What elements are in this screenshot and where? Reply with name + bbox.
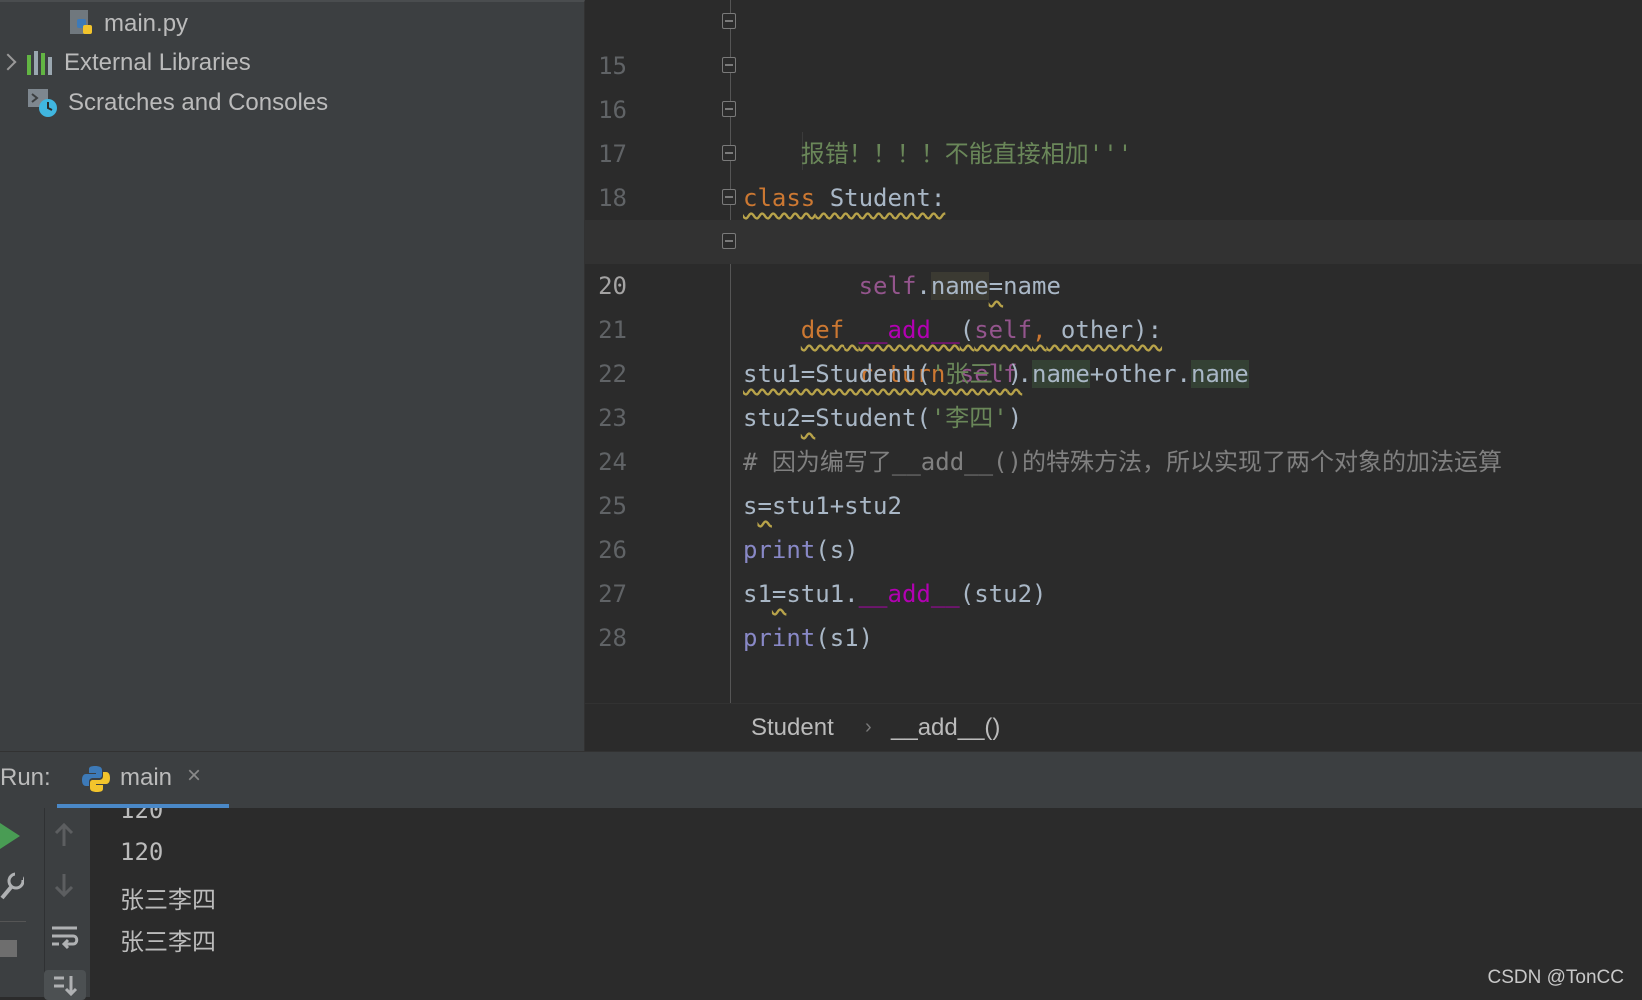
- fold-marker-icon[interactable]: [722, 57, 736, 73]
- code-line[interactable]: 18 self.name=name: [585, 132, 1642, 300]
- fold-marker-icon[interactable]: [722, 145, 736, 161]
- tree-item-main-py[interactable]: main.py: [68, 5, 188, 43]
- tree-item-scratches[interactable]: Scratches and Consoles: [26, 84, 328, 122]
- console-output-line: 张三李四: [120, 928, 216, 956]
- python-icon: [82, 766, 110, 792]
- run-icon[interactable]: [0, 823, 22, 849]
- libraries-icon: [27, 51, 52, 75]
- close-icon[interactable]: ×: [187, 762, 201, 790]
- fold-marker-icon[interactable]: [722, 101, 736, 117]
- console-output-line: 120: [120, 808, 164, 824]
- code-line[interactable]: 17 def __init__(self,name):: [585, 88, 1642, 256]
- code-line-current[interactable]: 20 return self.name+other.name: [585, 220, 1642, 388]
- watermark: CSDN @TonCC: [1487, 967, 1624, 988]
- scratches-icon: [28, 89, 57, 117]
- tree-item-label: main.py: [104, 10, 189, 37]
- run-tool-window-header: Run: main ×: [0, 751, 1642, 809]
- soft-wrap-icon[interactable]: [51, 924, 79, 950]
- run-toolbar: [0, 808, 90, 1000]
- tree-item-label: External Libraries: [64, 49, 251, 76]
- run-title: Run:: [0, 764, 51, 791]
- run-console[interactable]: 120 120 张三李四 张三李四: [90, 808, 1642, 997]
- breadcrumb-separator: ›: [865, 716, 872, 738]
- tree-item-label: Scratches and Consoles: [68, 89, 329, 116]
- python-file-icon: [70, 10, 92, 34]
- down-arrow-icon[interactable]: [53, 872, 75, 898]
- console-output-line: 张三李四: [120, 886, 216, 914]
- code-line[interactable]: 16 class Student:: [585, 44, 1642, 212]
- code-line[interactable]: 19 def __add__(self, other):: [585, 176, 1642, 344]
- fold-marker-icon[interactable]: [722, 13, 736, 29]
- code-line[interactable]: 27 print(s1): [585, 528, 1642, 652]
- code-line[interactable]: 28: [585, 572, 1642, 652]
- code-line[interactable]: 21 stu1=Student('张三'): [585, 264, 1642, 388]
- code-line[interactable]: 26 s1=stu1.__add__(stu2): [585, 484, 1642, 608]
- breadcrumb: Student › __add__(): [585, 703, 1642, 752]
- fold-marker-icon[interactable]: [722, 189, 736, 205]
- run-tab-label: main: [120, 764, 173, 791]
- code-line[interactable]: 23 # 因为编写了__add__()的特殊方法，所以实现了两个对象的加法运算: [585, 352, 1642, 476]
- breadcrumb-class[interactable]: Student: [751, 714, 834, 742]
- scroll-to-end-icon[interactable]: [44, 970, 86, 1000]
- code-line[interactable]: 24 s=stu1+stu2: [585, 396, 1642, 520]
- expand-chevron-icon[interactable]: [0, 53, 17, 71]
- tree-item-external-libraries[interactable]: External Libraries: [0, 44, 251, 82]
- up-arrow-icon[interactable]: [53, 822, 75, 848]
- project-tool-window: main.py External Libraries Scratches and…: [0, 0, 585, 753]
- breadcrumb-method[interactable]: __add__(): [891, 714, 1000, 742]
- code-line[interactable]: 15 报错！！！！不能直接相加''': [585, 0, 1642, 168]
- code-line[interactable]: 25 print(s): [585, 440, 1642, 564]
- run-tab-main[interactable]: main ×: [57, 752, 229, 808]
- code-text: print(s1): [743, 624, 874, 652]
- wrench-icon[interactable]: [0, 872, 24, 900]
- code-editor[interactable]: 15 报错！！！！不能直接相加''' 16 class Student: 17 …: [585, 0, 1642, 703]
- fold-marker-icon[interactable]: [722, 233, 736, 249]
- console-output-line: 120: [120, 838, 164, 866]
- stop-icon[interactable]: [0, 940, 17, 957]
- line-number: 28: [598, 624, 627, 652]
- code-line[interactable]: 22 stu2=Student('李四'): [585, 308, 1642, 432]
